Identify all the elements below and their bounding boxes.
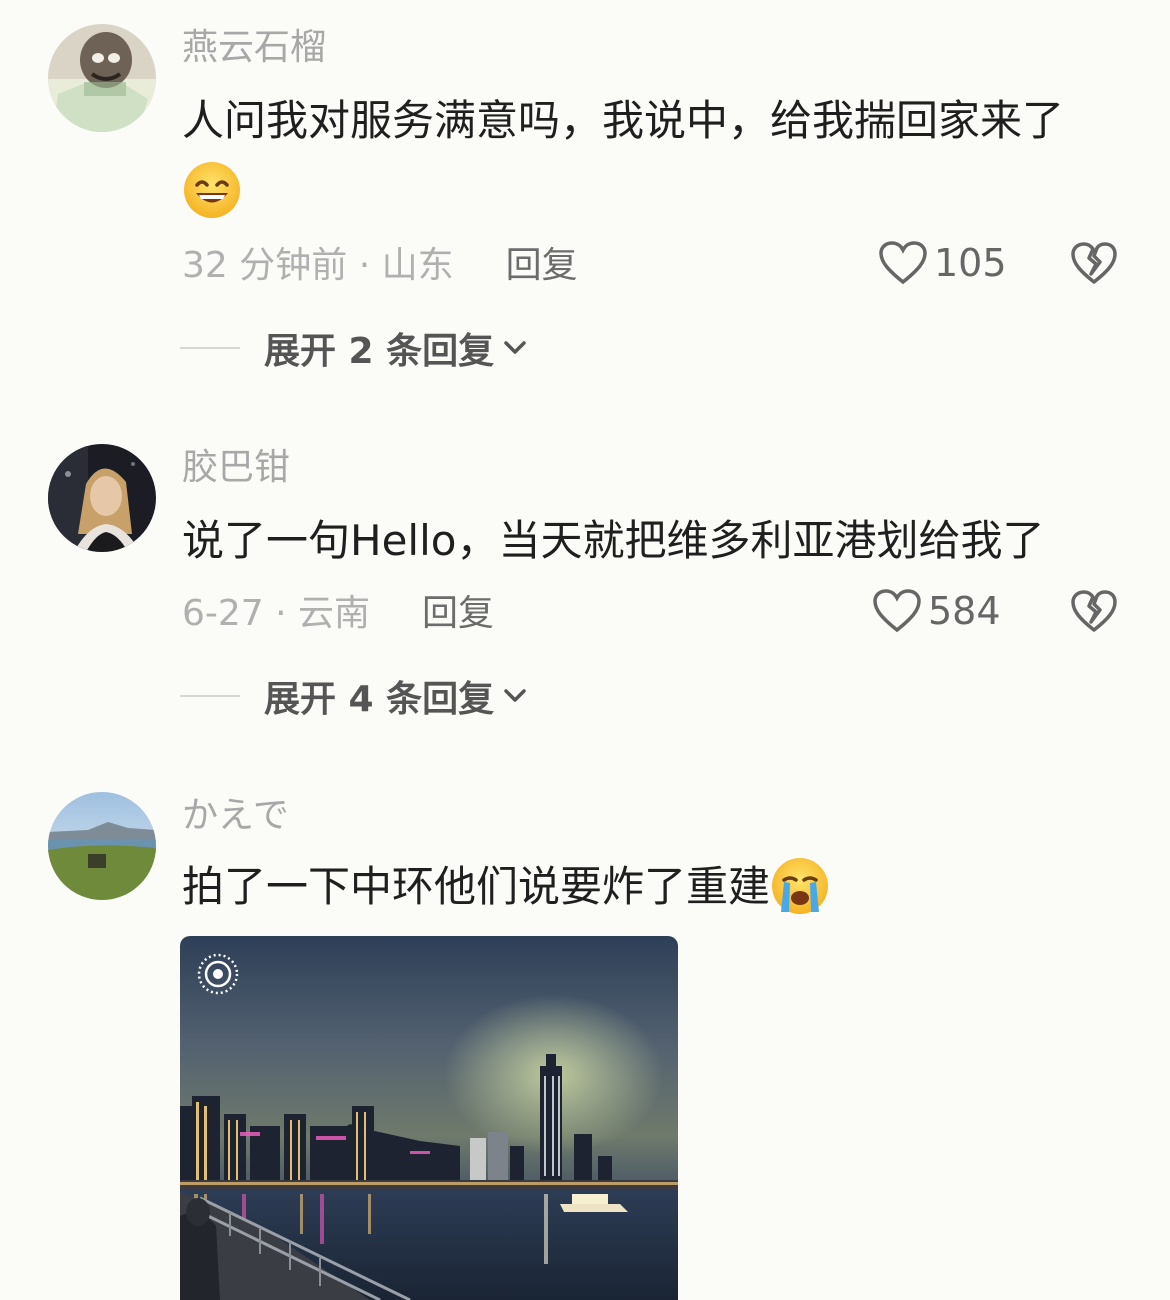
divider-line (180, 695, 240, 697)
timestamp-location: 32 分钟前 · 山东 (182, 245, 454, 286)
comment-text: 人问我对服务满意吗，我说中，给我揣回家来了 (182, 86, 1122, 226)
heart-icon (879, 241, 927, 285)
like-count: 584 (928, 589, 1001, 633)
comment-meta: 32 分钟前 · 山东 回复 (182, 244, 578, 288)
like-button[interactable]: 105 (878, 240, 1007, 286)
divider-line (180, 347, 240, 349)
chevron-down-icon (504, 341, 526, 354)
like-button[interactable]: 584 (872, 588, 1001, 634)
grinning-sweat-emoji (182, 160, 242, 220)
comment-text-content: 人问我对服务满意吗，我说中，给我揣回家来了 (182, 96, 1065, 145)
live-photo-icon (197, 953, 239, 995)
comment-photo[interactable] (180, 936, 678, 1300)
username[interactable]: 胶巴钳 (182, 446, 290, 490)
comment-meta: 6-27 · 云南 回复 (182, 592, 494, 636)
reply-button[interactable]: 回复 (506, 245, 578, 286)
expand-replies-button[interactable]: 展开 2 条回复 (180, 322, 528, 374)
username[interactable]: かえで (182, 794, 289, 838)
timestamp-location: 6-27 · 云南 (182, 593, 371, 634)
comment-text: 说了一句Hello，当天就把维多利亚港划给我了 (182, 506, 1122, 576)
reply-button[interactable]: 回复 (422, 593, 494, 634)
heart-icon (873, 589, 921, 633)
broken-heart-icon[interactable] (1070, 588, 1118, 634)
expand-replies-label: 展开 2 条回复 (264, 331, 495, 372)
expand-replies-button[interactable]: 展开 4 条回复 (180, 670, 528, 722)
avatar[interactable] (48, 792, 156, 900)
comment-text-content: 拍了一下中环他们说要炸了重建 (182, 862, 771, 911)
expand-replies-label: 展开 4 条回复 (264, 679, 495, 720)
like-count: 105 (934, 241, 1007, 285)
broken-heart-icon[interactable] (1070, 240, 1118, 286)
loudly-crying-emoji (770, 856, 830, 916)
avatar[interactable] (48, 24, 156, 132)
username[interactable]: 燕云石榴 (182, 26, 326, 70)
comment-text: 拍了一下中环他们说要炸了重建 (182, 852, 1122, 922)
avatar[interactable] (48, 444, 156, 552)
comment-text-content: 说了一句Hello，当天就把维多利亚港划给我了 (182, 516, 1045, 565)
chevron-down-icon (504, 689, 526, 702)
